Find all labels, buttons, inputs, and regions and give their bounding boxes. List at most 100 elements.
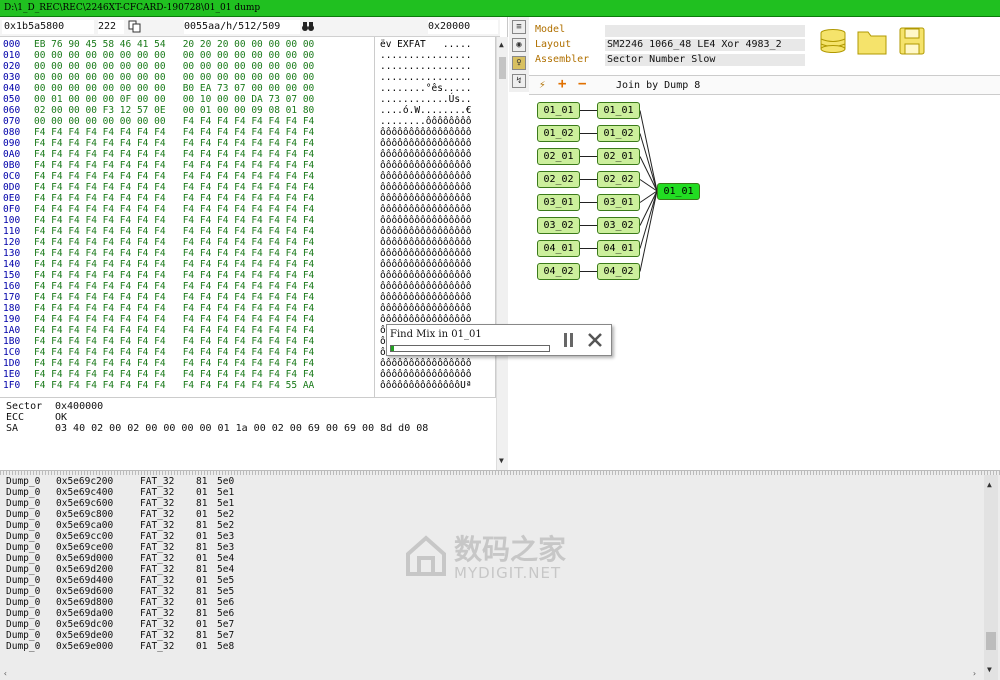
ascii-text[interactable]: ôôôôôôôôôôôôôôôô bbox=[380, 182, 472, 193]
dump-node[interactable]: 01_01 bbox=[597, 102, 640, 119]
ascii-text[interactable]: ................ bbox=[380, 50, 472, 61]
splitter[interactable] bbox=[0, 471, 1000, 475]
list-icon[interactable]: ≡ bbox=[512, 20, 526, 34]
hex-bytes[interactable]: EB 76 90 45 58 46 41 54 20 20 20 00 00 0… bbox=[34, 39, 314, 50]
hex-row[interactable]: 130 F4 F4 F4 F4 F4 F4 F4 F4 F4 F4 F4 F4 F… bbox=[0, 248, 496, 259]
ascii-text[interactable]: ôôôôôôôôôôôôôôôô bbox=[380, 281, 472, 292]
scroll-right-icon[interactable]: › bbox=[972, 669, 977, 678]
offset-right-field[interactable]: 0x20000 bbox=[428, 20, 498, 34]
hex-bytes[interactable]: F4 F4 F4 F4 F4 F4 F4 F4 F4 F4 F4 F4 F4 F… bbox=[34, 149, 314, 160]
hex-row[interactable]: 1E0 F4 F4 F4 F4 F4 F4 F4 F4 F4 F4 F4 F4 F… bbox=[0, 369, 496, 380]
log-row[interactable]: Dump_0 0x5e69c400 FAT_32 01 5e1 bbox=[6, 487, 306, 498]
hex-bytes[interactable]: F4 F4 F4 F4 F4 F4 F4 F4 F4 F4 F4 F4 F4 F… bbox=[34, 369, 314, 380]
hex-bytes[interactable]: F4 F4 F4 F4 F4 F4 F4 F4 F4 F4 F4 F4 F4 F… bbox=[34, 171, 314, 182]
dump-node[interactable]: 02_01 bbox=[597, 148, 640, 165]
hex-bytes[interactable]: 00 00 00 00 00 00 00 00 00 00 00 00 00 0… bbox=[34, 50, 314, 61]
arrow-icon[interactable]: ↯ bbox=[512, 74, 526, 88]
ascii-text[interactable]: ....ó.W........€ bbox=[380, 105, 472, 116]
log-row[interactable]: Dump_0 0x5e69de00 FAT_32 81 5e7 bbox=[6, 630, 306, 641]
hex-bytes[interactable]: F4 F4 F4 F4 F4 F4 F4 F4 F4 F4 F4 F4 F4 F… bbox=[34, 347, 314, 358]
log-row[interactable]: Dump_0 0x5e69cc00 FAT_32 01 5e3 bbox=[6, 531, 306, 542]
hex-bytes[interactable]: F4 F4 F4 F4 F4 F4 F4 F4 F4 F4 F4 F4 F4 F… bbox=[34, 248, 314, 259]
hex-bytes[interactable]: F4 F4 F4 F4 F4 F4 F4 F4 F4 F4 F4 F4 F4 F… bbox=[34, 336, 314, 347]
hex-row[interactable]: 0A0 F4 F4 F4 F4 F4 F4 F4 F4 F4 F4 F4 F4 F… bbox=[0, 149, 496, 160]
model-field[interactable] bbox=[605, 25, 805, 37]
log-row[interactable]: Dump_0 0x5e69ca00 FAT_32 81 5e2 bbox=[6, 520, 306, 531]
hex-row[interactable]: 1D0 F4 F4 F4 F4 F4 F4 F4 F4 F4 F4 F4 F4 F… bbox=[0, 358, 496, 369]
save-icon[interactable] bbox=[899, 27, 925, 55]
hex-row[interactable]: 060 02 00 00 00 F3 12 57 0E 00 01 00 00 0… bbox=[0, 105, 496, 116]
hex-row[interactable]: 140 F4 F4 F4 F4 F4 F4 F4 F4 F4 F4 F4 F4 F… bbox=[0, 259, 496, 270]
ascii-text[interactable]: ôôôôôôôôôôôôôôôô bbox=[380, 149, 472, 160]
ascii-text[interactable]: ôôôôôôôôôôôôôôôô bbox=[380, 369, 472, 380]
close-icon[interactable] bbox=[587, 332, 603, 348]
hex-row[interactable]: 170 F4 F4 F4 F4 F4 F4 F4 F4 F4 F4 F4 F4 F… bbox=[0, 292, 496, 303]
database-icon[interactable] bbox=[819, 28, 847, 54]
hex-bytes[interactable]: F4 F4 F4 F4 F4 F4 F4 F4 F4 F4 F4 F4 F4 F… bbox=[34, 226, 314, 237]
hex-row[interactable]: 010 00 00 00 00 00 00 00 00 00 00 00 00 0… bbox=[0, 50, 496, 61]
log-row[interactable]: Dump_0 0x5e69e000 FAT_32 01 5e8 bbox=[6, 641, 306, 652]
ascii-text[interactable]: ôôôôôôôôôôôôôôôô bbox=[380, 138, 472, 149]
hex-row[interactable]: 120 F4 F4 F4 F4 F4 F4 F4 F4 F4 F4 F4 F4 F… bbox=[0, 237, 496, 248]
ascii-text[interactable]: ôôôôôôôôôôôôôôôô bbox=[380, 358, 472, 369]
hex-bytes[interactable]: 02 00 00 00 F3 12 57 0E 00 01 00 00 09 0… bbox=[34, 105, 314, 116]
hex-row[interactable]: 0C0 F4 F4 F4 F4 F4 F4 F4 F4 F4 F4 F4 F4 F… bbox=[0, 171, 496, 182]
ascii-text[interactable]: ôôôôôôôôôôôôôôôô bbox=[380, 204, 472, 215]
dump-node[interactable]: 03_02 bbox=[597, 217, 640, 234]
ascii-text[interactable]: ôôôôôôôôôôôôôôôô bbox=[380, 303, 472, 314]
hex-bytes[interactable]: F4 F4 F4 F4 F4 F4 F4 F4 F4 F4 F4 F4 F4 F… bbox=[34, 292, 314, 303]
hex-row[interactable]: 020 00 00 00 00 00 00 00 00 00 00 00 00 0… bbox=[0, 61, 496, 72]
hex-row[interactable]: 100 F4 F4 F4 F4 F4 F4 F4 F4 F4 F4 F4 F4 F… bbox=[0, 215, 496, 226]
scroll-down-icon[interactable]: ▼ bbox=[499, 456, 504, 465]
binoculars-icon[interactable] bbox=[301, 20, 317, 34]
hex-row[interactable]: 1F0 F4 F4 F4 F4 F4 F4 F4 F4 F4 F4 F4 F4 F… bbox=[0, 380, 496, 391]
ascii-text[interactable]: ôôôôôôôôôôôôôôôô bbox=[380, 215, 472, 226]
hex-bytes[interactable]: F4 F4 F4 F4 F4 F4 F4 F4 F4 F4 F4 F4 F4 F… bbox=[34, 303, 314, 314]
pin-icon[interactable]: ◉ bbox=[512, 38, 526, 52]
dump-node[interactable]: 04_02 bbox=[597, 263, 640, 280]
scroll-left-icon[interactable]: ‹ bbox=[3, 669, 8, 678]
bulb-icon[interactable]: ♀ bbox=[512, 56, 526, 70]
hex-row[interactable]: 000 EB 76 90 45 58 46 41 54 20 20 20 00 0… bbox=[0, 39, 496, 50]
log-row[interactable]: Dump_0 0x5e69da00 FAT_32 81 5e6 bbox=[6, 608, 306, 619]
hex-bytes[interactable]: F4 F4 F4 F4 F4 F4 F4 F4 F4 F4 F4 F4 F4 F… bbox=[34, 358, 314, 369]
hex-bytes[interactable]: F4 F4 F4 F4 F4 F4 F4 F4 F4 F4 F4 F4 F4 F… bbox=[34, 193, 314, 204]
hex-row[interactable]: 0F0 F4 F4 F4 F4 F4 F4 F4 F4 F4 F4 F4 F4 F… bbox=[0, 204, 496, 215]
log-row[interactable]: Dump_0 0x5e69d800 FAT_32 01 5e6 bbox=[6, 597, 306, 608]
ascii-text[interactable]: ôôôôôôôôôôôôôôUª bbox=[380, 380, 472, 391]
log-row[interactable]: Dump_0 0x5e69c200 FAT_32 81 5e0 bbox=[6, 476, 306, 487]
copy-icon[interactable] bbox=[128, 20, 146, 34]
hex-row[interactable]: 050 00 01 00 00 00 0F 00 00 00 10 00 00 D… bbox=[0, 94, 496, 105]
ascii-text[interactable]: ôôôôôôôôôôôôôôôô bbox=[380, 259, 472, 270]
dump-node[interactable]: 04_01 bbox=[597, 240, 640, 257]
ascii-text[interactable]: ôôôôôôôôôôôôôôôô bbox=[380, 226, 472, 237]
hex-row[interactable]: 070 00 00 00 00 00 00 00 00 F4 F4 F4 F4 F… bbox=[0, 116, 496, 127]
ascii-text[interactable]: ëv EXFAT ..... bbox=[380, 39, 472, 50]
log-row[interactable]: Dump_0 0x5e69d600 FAT_32 81 5e5 bbox=[6, 586, 306, 597]
hex-row[interactable]: 160 F4 F4 F4 F4 F4 F4 F4 F4 F4 F4 F4 F4 F… bbox=[0, 281, 496, 292]
hex-bytes[interactable]: F4 F4 F4 F4 F4 F4 F4 F4 F4 F4 F4 F4 F4 F… bbox=[34, 259, 314, 270]
source-node[interactable]: 01_01 bbox=[537, 102, 580, 119]
hex-bytes[interactable]: F4 F4 F4 F4 F4 F4 F4 F4 F4 F4 F4 F4 F4 F… bbox=[34, 281, 314, 292]
hex-row[interactable]: 0B0 F4 F4 F4 F4 F4 F4 F4 F4 F4 F4 F4 F4 F… bbox=[0, 160, 496, 171]
ascii-text[interactable]: ôôôôôôôôôôôôôôôô bbox=[380, 292, 472, 303]
hex-bytes[interactable]: F4 F4 F4 F4 F4 F4 F4 F4 F4 F4 F4 F4 F4 F… bbox=[34, 204, 314, 215]
hex-row[interactable]: 030 00 00 00 00 00 00 00 00 00 00 00 00 0… bbox=[0, 72, 496, 83]
hex-row[interactable]: 0D0 F4 F4 F4 F4 F4 F4 F4 F4 F4 F4 F4 F4 F… bbox=[0, 182, 496, 193]
hex-row[interactable]: 150 F4 F4 F4 F4 F4 F4 F4 F4 F4 F4 F4 F4 F… bbox=[0, 270, 496, 281]
hex-bytes[interactable]: F4 F4 F4 F4 F4 F4 F4 F4 F4 F4 F4 F4 F4 F… bbox=[34, 160, 314, 171]
ascii-text[interactable]: ôôôôôôôôôôôôôôôô bbox=[380, 193, 472, 204]
ascii-text[interactable]: ôôôôôôôôôôôôôôôô bbox=[380, 171, 472, 182]
ascii-text[interactable]: ôôôôôôôôôôôôôôôô bbox=[380, 160, 472, 171]
scroll-thumb[interactable] bbox=[499, 57, 506, 79]
scroll-thumb[interactable] bbox=[986, 632, 996, 650]
source-node[interactable]: 04_02 bbox=[537, 263, 580, 280]
dump-graph[interactable]: 01_01 01_01 01_02 01_02 02_01 02_01 02_02 02_02… bbox=[529, 96, 1000, 470]
hex-bytes[interactable]: 00 01 00 00 00 0F 00 00 00 10 00 00 DA 7… bbox=[34, 94, 314, 105]
add-icon[interactable]: + bbox=[558, 76, 566, 92]
hex-row[interactable]: 110 F4 F4 F4 F4 F4 F4 F4 F4 F4 F4 F4 F4 F… bbox=[0, 226, 496, 237]
log-row[interactable]: Dump_0 0x5e69dc00 FAT_32 01 5e7 bbox=[6, 619, 306, 630]
scroll-up-icon[interactable]: ▲ bbox=[499, 40, 504, 49]
hex-bytes[interactable]: 00 00 00 00 00 00 00 00 F4 F4 F4 F4 F4 F… bbox=[34, 116, 314, 127]
hex-bytes[interactable]: F4 F4 F4 F4 F4 F4 F4 F4 F4 F4 F4 F4 F4 F… bbox=[34, 314, 314, 325]
